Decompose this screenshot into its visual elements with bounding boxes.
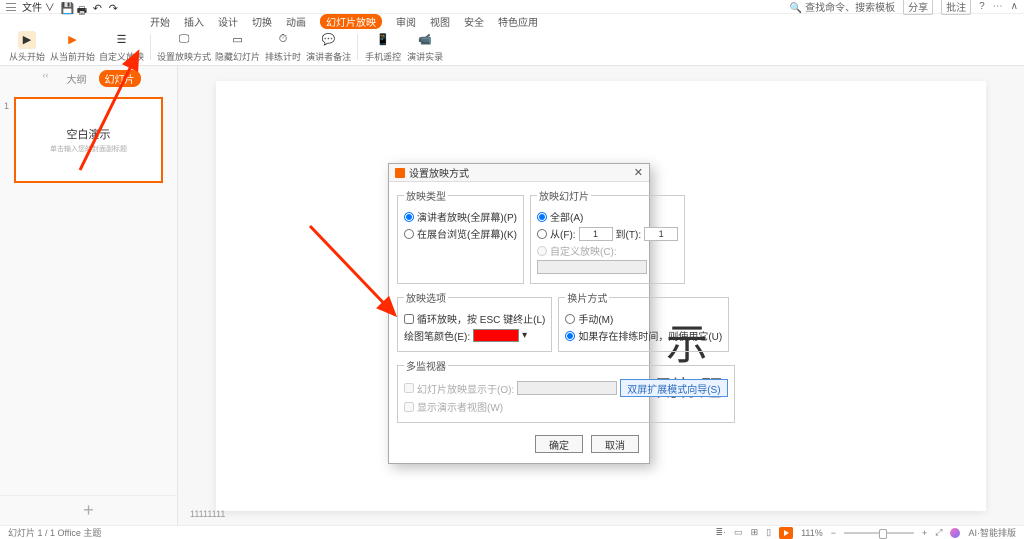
radio-all-slides[interactable]: 全部(A): [537, 209, 678, 224]
view-reading-icon[interactable]: ▯: [766, 527, 771, 538]
view-notes-icon[interactable]: ≣·: [716, 527, 727, 538]
thumb-number: 1: [4, 101, 9, 111]
thumb-subtitle: 单击输入您的封面副标题: [50, 144, 127, 154]
menu-view[interactable]: 视图: [430, 14, 450, 29]
dual-screen-wizard-button[interactable]: 双屏扩展模式向导(S): [620, 379, 727, 397]
notes-placeholder[interactable]: 11111111: [190, 509, 225, 519]
menu-addons[interactable]: 特色应用: [498, 14, 538, 29]
ok-button[interactable]: 确定: [535, 435, 583, 453]
dialog-app-icon: [395, 168, 405, 178]
radio-slide-range[interactable]: 从(F): 1 到(T): 1: [537, 226, 678, 241]
group-show-options: 放映选项 循环放映，按 ESC 键终止(L) 绘图笔颜色(E): ▾: [397, 290, 552, 352]
search-box[interactable]: 🔍 查找命令、搜索模板: [790, 0, 895, 14]
undo-icon[interactable]: ↶: [93, 2, 103, 12]
ribbon-hide-slide[interactable]: ▭隐藏幻灯片: [215, 31, 260, 63]
zoom-value[interactable]: 111%: [801, 528, 823, 538]
panel-collapse-icon[interactable]: ‹‹: [37, 70, 55, 87]
notes-button[interactable]: 批注: [941, 0, 971, 15]
print-icon[interactable]: 🖶: [77, 2, 87, 12]
share-button[interactable]: 分享: [903, 0, 933, 15]
menu-bar: 开始 插入 设计 切换 动画 幻灯片放映 审阅 视图 安全 特色应用: [0, 14, 1024, 28]
ribbon-from-beginning[interactable]: ▶从头开始: [8, 31, 46, 63]
menu-slideshow[interactable]: 幻灯片放映: [320, 14, 382, 29]
radio-manual[interactable]: 手动(M): [565, 311, 722, 326]
add-slide-button[interactable]: +: [0, 495, 177, 525]
ribbon-setup-show[interactable]: 🖵设置放映方式: [157, 31, 211, 63]
dropdown-custom-show: [537, 260, 647, 274]
help-icon[interactable]: ?: [979, 1, 985, 12]
redo-icon[interactable]: ↷: [109, 2, 119, 12]
checkbox-presenter-view: 显示演示者视图(W): [404, 399, 728, 414]
dialog-title: 设置放映方式: [409, 165, 469, 180]
radio-custom-show: 自定义放映(C):: [537, 243, 678, 258]
hamburger-icon[interactable]: [6, 3, 16, 11]
group-monitors: 多监视器 幻灯片放映显示于(O): 双屏扩展模式向导(S) 显示演示者视图(W): [397, 358, 735, 423]
ribbon-phone-remote[interactable]: 📱手机遥控: [364, 31, 402, 63]
ribbon-speaker-notes[interactable]: 💬演讲者备注: [306, 31, 351, 63]
group-advance-slides: 换片方式 手动(M) 如果存在排练时间，则使用它(U): [558, 290, 729, 352]
setup-slideshow-dialog: 设置放映方式 ✕ 放映类型 演讲者放映(全屏幕)(P) 在展台浏览(全屏幕)(K…: [388, 163, 650, 464]
menu-animation[interactable]: 动画: [286, 14, 306, 29]
ai-dot-icon: [950, 528, 960, 538]
menu-start[interactable]: 开始: [150, 14, 170, 29]
dropdown-monitor: [517, 381, 617, 395]
tab-outline[interactable]: 大纲: [61, 70, 93, 87]
radio-kiosk[interactable]: 在展台浏览(全屏幕)(K): [404, 226, 517, 241]
ribbon-from-current[interactable]: ▶从当前开始: [50, 31, 95, 63]
group-show-slides: 放映幻灯片 全部(A) 从(F): 1 到(T): 1 自定义放映(C):: [530, 188, 685, 284]
more-icon[interactable]: ⋯: [993, 1, 1003, 12]
play-button[interactable]: [779, 527, 793, 539]
fit-icon[interactable]: ⤢: [935, 527, 942, 538]
menu-transition[interactable]: 切换: [252, 14, 272, 29]
checkbox-loop[interactable]: 循环放映，按 ESC 键终止(L): [404, 311, 545, 326]
save-icon[interactable]: 💾: [61, 2, 71, 12]
chevron-down-icon[interactable]: ∧: [1011, 1, 1018, 12]
spinner-from[interactable]: 1: [579, 227, 613, 241]
view-sorter-icon[interactable]: ⊞: [751, 527, 759, 538]
radio-use-timings[interactable]: 如果存在排练时间，则使用它(U): [565, 328, 722, 343]
slide-thumbnail-1[interactable]: 1 空白演示 单击输入您的封面副标题: [14, 97, 163, 183]
ai-layout-button[interactable]: AI·智能排版: [968, 526, 1016, 539]
ribbon-rehearse[interactable]: ⏱排练计时: [264, 31, 302, 63]
monitor-display-row: 幻灯片放映显示于(O): 双屏扩展模式向导(S): [404, 379, 728, 397]
pen-color-row: 绘图笔颜色(E): ▾: [404, 328, 545, 343]
dropdown-icon[interactable]: ▾: [522, 330, 527, 341]
menu-review[interactable]: 审阅: [396, 14, 416, 29]
file-menu[interactable]: 文件 ∨: [22, 0, 55, 14]
thumb-title: 空白演示: [67, 126, 111, 142]
group-show-type: 放映类型 演讲者放映(全屏幕)(P) 在展台浏览(全屏幕)(K): [397, 188, 524, 284]
radio-presenter[interactable]: 演讲者放映(全屏幕)(P): [404, 209, 517, 224]
menu-security[interactable]: 安全: [464, 14, 484, 29]
status-slide-info: 幻灯片 1 / 1 Office 主题: [8, 526, 101, 539]
spinner-to[interactable]: 1: [644, 227, 678, 241]
cancel-button[interactable]: 取消: [591, 435, 639, 453]
tab-slides[interactable]: 幻灯片: [99, 70, 141, 87]
zoom-slider[interactable]: [844, 532, 914, 534]
ribbon: ▶从头开始 ▶从当前开始 ☰自定义放映 🖵设置放映方式 ▭隐藏幻灯片 ⏱排练计时…: [0, 28, 1024, 66]
dialog-titlebar[interactable]: 设置放映方式 ✕: [389, 164, 649, 182]
menu-insert[interactable]: 插入: [184, 14, 204, 29]
pen-color-picker[interactable]: [473, 329, 519, 342]
ribbon-custom-show[interactable]: ☰自定义放映: [99, 31, 144, 63]
menu-design[interactable]: 设计: [218, 14, 238, 29]
title-bar: 文件 ∨ 💾 🖶 ↶ ↷ 🔍 查找命令、搜索模板 分享 批注 ? ⋯ ∧: [0, 0, 1024, 14]
status-bar: 幻灯片 1 / 1 Office 主题 ≣· ▭ ⊞ ▯ 111% −+ ⤢ A…: [0, 525, 1024, 539]
ribbon-record[interactable]: 📹演讲实录: [406, 31, 444, 63]
view-normal-icon[interactable]: ▭: [734, 527, 743, 538]
slide-panel: ‹‹ 大纲 幻灯片 1 空白演示 单击输入您的封面副标题 +: [0, 66, 178, 525]
dialog-close-button[interactable]: ✕: [634, 166, 643, 179]
